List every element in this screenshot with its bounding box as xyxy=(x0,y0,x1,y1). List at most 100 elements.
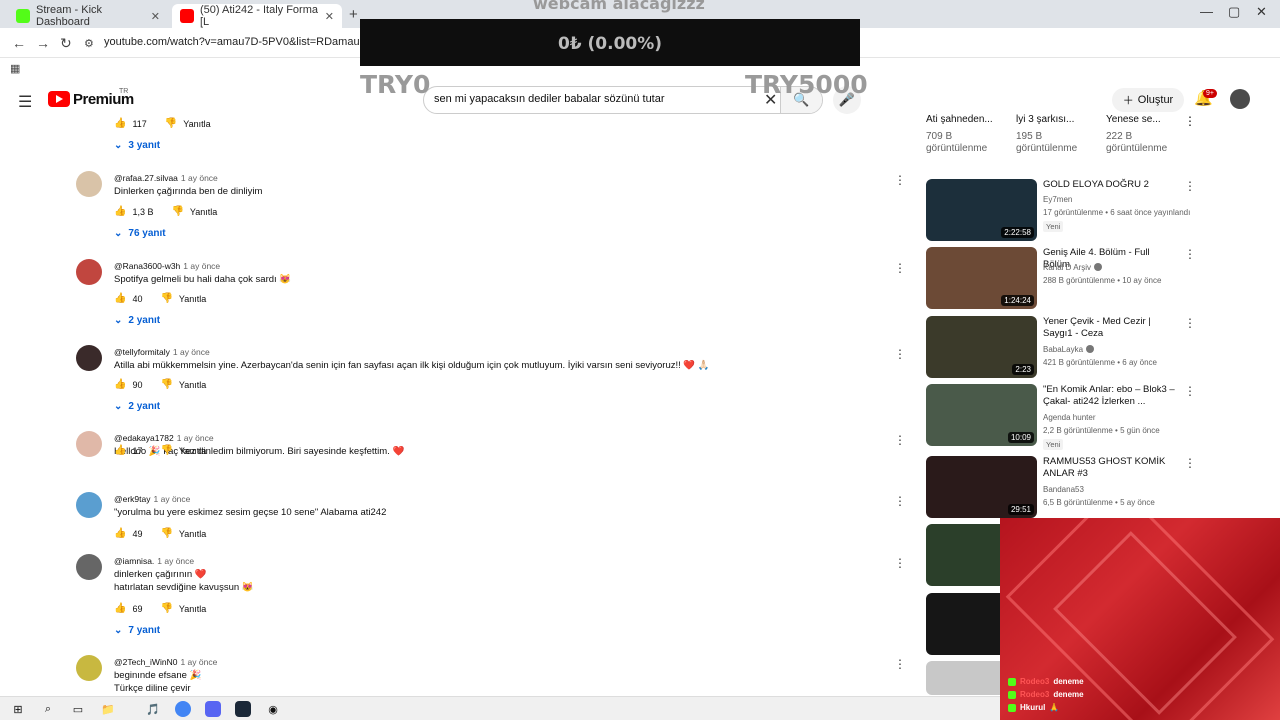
close-icon[interactable]: ✕ xyxy=(325,10,334,23)
recommendation-item[interactable]: 1:24:24 Geniş Aile 4. Bölüm - Full Bölüm… xyxy=(926,247,1196,309)
video-thumbnail[interactable]: 2:22:58 xyxy=(926,179,1037,241)
menu-icon[interactable]: ☰ xyxy=(18,92,32,112)
thumbs-up-icon[interactable]: 👍 xyxy=(114,118,126,129)
comment-author[interactable]: @Rana3600-w3h xyxy=(114,261,180,271)
more-vert-icon[interactable]: ⋮ xyxy=(1184,316,1196,330)
avatar[interactable] xyxy=(76,431,102,457)
video-title[interactable]: "En Komik Anlar: ebo – Blok3 – Çakal- at… xyxy=(1043,384,1179,408)
thumbs-up-icon[interactable]: 👍 xyxy=(114,603,126,614)
more-vert-icon[interactable]: ⋮ xyxy=(894,494,906,508)
video-title[interactable]: Yener Çevik - Med Cezir | Saygı1 - Ceza xyxy=(1043,316,1179,340)
comment-author[interactable]: @iamnisa. xyxy=(114,556,154,566)
recommendation-item[interactable]: 29:51 RAMMUS53 GHOST KOMİK ANLAR #3 Band… xyxy=(926,456,1196,518)
channel-name[interactable]: Kanal D Arşiv xyxy=(1043,263,1103,272)
apps-grid-icon[interactable]: ▦ xyxy=(10,62,20,75)
thumbs-down-icon[interactable]: 👎 xyxy=(165,118,177,129)
reply-button[interactable]: Yanıtla xyxy=(183,119,210,129)
reply-button[interactable]: Yanıtla xyxy=(179,604,206,614)
chrome-icon[interactable] xyxy=(175,701,191,717)
comment-time[interactable]: 1 ay önce xyxy=(173,347,210,357)
reply-button[interactable]: Yanıtla xyxy=(179,380,206,390)
comment-time[interactable]: 1 ay önce xyxy=(183,261,220,271)
tab-kick-dashboard[interactable]: Stream - Kick Dashboard ✕ xyxy=(8,4,168,28)
video-thumbnail[interactable]: 10:09 xyxy=(926,384,1037,446)
comment-time[interactable]: 1 ay önce xyxy=(181,173,218,183)
comment-author[interactable]: @tellyformitaly xyxy=(114,347,170,357)
thumbs-down-icon[interactable]: 👎 xyxy=(160,603,172,614)
short-item[interactable]: Ati şahneden... 709 Bgörüntülenme xyxy=(926,114,1016,155)
recommendation-item[interactable]: 10:09 "En Komik Anlar: ebo – Blok3 – Çak… xyxy=(926,384,1196,450)
comment-time[interactable]: 1 ay önce xyxy=(154,494,191,504)
video-thumbnail[interactable]: 2:23 xyxy=(926,316,1037,378)
more-vert-icon[interactable]: ⋮ xyxy=(894,261,906,275)
avatar[interactable] xyxy=(76,259,102,285)
avatar[interactable] xyxy=(76,492,102,518)
file-explorer-icon[interactable]: 📁 xyxy=(100,701,116,717)
video-title[interactable]: GOLD ELOYA DOĞRU 2 xyxy=(1043,179,1179,191)
recommendation-item[interactable]: 2:22:58 GOLD ELOYA DOĞRU 2 Ey7men 17 gör… xyxy=(926,179,1196,241)
comment-time[interactable]: 1 ay önce xyxy=(157,556,194,566)
video-thumbnail[interactable]: 1:24:24 xyxy=(926,247,1037,309)
search-icon[interactable]: ⌕ xyxy=(40,701,56,717)
account-avatar[interactable] xyxy=(1230,89,1250,109)
more-vert-icon[interactable]: ⋮ xyxy=(1184,456,1196,470)
thumbs-down-icon[interactable]: 👎 xyxy=(160,379,172,390)
thumbs-up-icon[interactable]: 👍 xyxy=(114,293,126,304)
recommendation-item[interactable]: 2:23 Yener Çevik - Med Cezir | Saygı1 - … xyxy=(926,316,1196,378)
forward-icon[interactable]: → xyxy=(36,35,50,51)
more-vert-icon[interactable]: ⋮ xyxy=(1184,114,1196,128)
more-vert-icon[interactable]: ⋮ xyxy=(1184,247,1196,261)
discord-icon[interactable] xyxy=(205,701,221,717)
thumbs-down-icon[interactable]: 👎 xyxy=(160,293,172,304)
site-info-icon[interactable]: ⚙ xyxy=(84,37,94,50)
back-icon[interactable]: ← xyxy=(12,35,26,51)
replies-toggle[interactable]: ⌄ 2 yanıt xyxy=(114,315,160,326)
comment-author[interactable]: @2Tech_iWinN0 xyxy=(114,657,177,667)
tab-youtube[interactable]: (50) Ati242 - Italy Forma [L ✕ xyxy=(172,4,342,28)
windows-start-icon[interactable]: ⊞ xyxy=(10,701,26,717)
video-title[interactable]: RAMMUS53 GHOST KOMİK ANLAR #3 xyxy=(1043,456,1179,480)
comment-author[interactable]: @rafaa.27.silvaa xyxy=(114,173,178,183)
new-tab-icon[interactable]: + xyxy=(349,6,358,23)
more-vert-icon[interactable]: ⋮ xyxy=(894,347,906,361)
short-item[interactable]: lyi 3 şarkısı... 195 Bgörüntülenme xyxy=(1016,114,1106,155)
task-view-icon[interactable]: ▭ xyxy=(70,701,86,717)
avatar[interactable] xyxy=(76,554,102,580)
thumbs-up-icon[interactable]: 👍 xyxy=(114,445,126,456)
comment-author[interactable]: @erk9tay xyxy=(114,494,151,504)
channel-name[interactable]: BabaLayka xyxy=(1043,345,1095,354)
maximize-icon[interactable]: ▢ xyxy=(1228,4,1240,20)
comment-time[interactable]: 1 ay önce xyxy=(180,657,217,667)
more-vert-icon[interactable]: ⋮ xyxy=(1184,179,1196,193)
more-vert-icon[interactable]: ⋮ xyxy=(894,556,906,570)
comment-translate-link[interactable]: Türkçe diline çevir xyxy=(114,683,191,694)
channel-name[interactable]: Agenda hunter xyxy=(1043,413,1096,422)
replies-toggle[interactable]: ⌄ 3 yanıt xyxy=(114,140,160,151)
avatar[interactable] xyxy=(76,345,102,371)
minimize-icon[interactable]: — xyxy=(1200,4,1213,19)
app-icon[interactable]: 🎵 xyxy=(145,701,161,717)
reply-button[interactable]: Yanıtla xyxy=(179,446,206,456)
replies-toggle[interactable]: ⌄ 2 yanıt xyxy=(114,401,160,412)
thumbs-down-icon[interactable]: 👎 xyxy=(160,528,172,539)
thumbs-down-icon[interactable]: 👎 xyxy=(160,445,172,456)
more-vert-icon[interactable]: ⋮ xyxy=(894,173,906,187)
thumbs-up-icon[interactable]: 👍 xyxy=(114,528,126,539)
reply-button[interactable]: Yanıtla xyxy=(179,294,206,304)
avatar[interactable] xyxy=(76,655,102,681)
search-input[interactable] xyxy=(434,93,754,105)
replies-toggle[interactable]: ⌄ 7 yanıt xyxy=(114,625,160,636)
avatar[interactable] xyxy=(76,171,102,197)
video-thumbnail[interactable]: 29:51 xyxy=(926,456,1037,518)
more-vert-icon[interactable]: ⋮ xyxy=(1184,384,1196,398)
window-close-icon[interactable]: ✕ xyxy=(1256,4,1267,20)
thumbs-up-icon[interactable]: 👍 xyxy=(114,379,126,390)
create-button[interactable]: ＋ Oluştur xyxy=(1112,88,1184,112)
steam-icon[interactable] xyxy=(235,701,251,717)
reload-icon[interactable]: ↻ xyxy=(60,35,72,52)
comment-author[interactable]: @edakaya1782 xyxy=(114,433,174,443)
youtube-logo-icon[interactable] xyxy=(48,91,70,107)
url-text[interactable]: youtube.com/watch?v=amau7D-5PV0&list=RDa… xyxy=(104,36,383,48)
more-vert-icon[interactable]: ⋮ xyxy=(894,657,906,671)
obs-icon[interactable]: ◉ xyxy=(265,701,281,717)
